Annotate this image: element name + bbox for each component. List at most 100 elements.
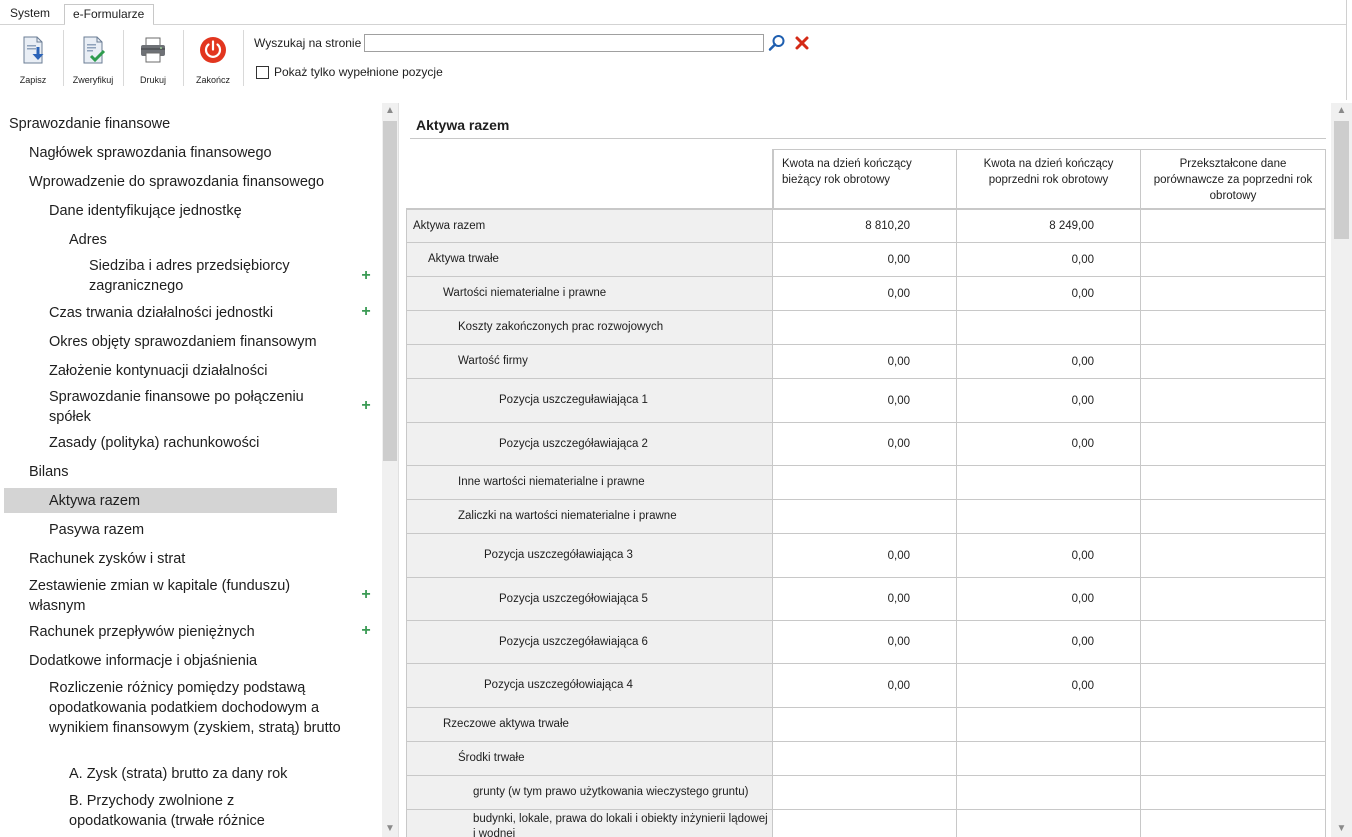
value-cell[interactable]: 0,00 — [957, 578, 1141, 621]
expand-plus-icon[interactable]: + — [360, 268, 372, 284]
tree-item[interactable]: Sprawozdanie finansowe — [9, 114, 170, 134]
tree-item[interactable]: Pasywa razem — [49, 520, 144, 540]
tree-item[interactable]: Dane identyfikujące jednostkę — [49, 201, 242, 221]
tree-item[interactable]: Wprowadzenie do sprawozdania finansowego — [29, 172, 324, 192]
tree-scrollbar-thumb[interactable] — [383, 121, 397, 461]
value-cell[interactable] — [1141, 243, 1326, 277]
value-cell[interactable]: 8 810,20 — [773, 209, 957, 243]
tree-item[interactable]: Dodatkowe informacje i objaśnienia — [29, 651, 257, 671]
value-cell[interactable] — [957, 500, 1141, 534]
expand-plus-icon[interactable]: + — [360, 304, 372, 320]
value-cell[interactable]: 0,00 — [957, 345, 1141, 379]
value-cell[interactable] — [773, 742, 957, 776]
value-cell[interactable]: 0,00 — [957, 423, 1141, 466]
expand-plus-icon[interactable]: + — [360, 623, 372, 639]
value-cell[interactable] — [957, 742, 1141, 776]
clear-search-icon[interactable] — [794, 34, 810, 52]
value-cell[interactable]: 0,00 — [773, 379, 957, 423]
value-cell[interactable]: 0,00 — [773, 534, 957, 578]
tree-item[interactable]: Adres — [69, 230, 107, 250]
value-cell[interactable] — [773, 466, 957, 500]
print-button[interactable]: Drukuj — [124, 31, 182, 93]
value-cell[interactable] — [957, 776, 1141, 810]
value-cell[interactable] — [1141, 621, 1326, 664]
value-cell[interactable]: 0,00 — [957, 534, 1141, 578]
tree-item[interactable]: Rachunek zysków i strat — [29, 549, 185, 569]
scroll-up-icon[interactable]: ▲ — [382, 103, 398, 119]
row-label: Wartości niematerialne i prawne — [406, 277, 773, 311]
value-cell[interactable] — [1141, 311, 1326, 345]
search-icon[interactable] — [768, 34, 786, 52]
value-cell[interactable]: 0,00 — [773, 243, 957, 277]
tree-item[interactable]: A. Zysk (strata) brutto za dany rok — [69, 764, 287, 784]
scroll-down-icon[interactable]: ▼ — [1331, 821, 1352, 837]
value-cell[interactable]: 0,00 — [957, 621, 1141, 664]
save-button[interactable]: Zapisz — [4, 31, 62, 93]
verify-button[interactable]: Zweryfikuj — [64, 31, 122, 93]
tree-item[interactable]: Nagłówek sprawozdania finansowego — [29, 143, 272, 163]
search-input[interactable] — [364, 34, 764, 52]
tree-item[interactable]: Siedziba i adres przedsiębiorcy zagranic… — [89, 256, 329, 296]
tree-item[interactable]: Czas trwania działalności jednostki — [49, 303, 273, 323]
value-cell[interactable] — [773, 810, 957, 837]
value-cell[interactable]: 0,00 — [773, 277, 957, 311]
value-cell[interactable] — [1141, 708, 1326, 742]
value-cell[interactable] — [1141, 466, 1326, 500]
tab-e-formularze[interactable]: e-Formularze — [64, 4, 154, 25]
value-cell[interactable]: 0,00 — [773, 423, 957, 466]
value-cell[interactable]: 0,00 — [957, 664, 1141, 708]
value-cell[interactable]: 0,00 — [957, 379, 1141, 423]
value-cell[interactable]: 0,00 — [773, 621, 957, 664]
tree-item[interactable]: Zasady (polityka) rachunkowości — [49, 433, 259, 453]
value-cell[interactable] — [1141, 742, 1326, 776]
scroll-up-icon[interactable]: ▲ — [1331, 103, 1352, 119]
value-cell[interactable] — [1141, 810, 1326, 837]
tree-item[interactable]: Założenie kontynuacji działalności — [49, 361, 267, 381]
value-cell[interactable] — [773, 708, 957, 742]
tree-item[interactable]: Okres objęty sprawozdaniem finansowym — [49, 332, 317, 352]
value-cell[interactable] — [957, 466, 1141, 500]
value-cell[interactable] — [1141, 578, 1326, 621]
value-cell[interactable] — [773, 311, 957, 345]
value-cell[interactable] — [1141, 534, 1326, 578]
value-cell[interactable] — [1141, 277, 1326, 311]
value-cell[interactable] — [957, 311, 1141, 345]
tree-item[interactable]: Sprawozdanie finansowe po połączeniu spó… — [49, 387, 329, 427]
tree-item[interactable]: Bilans — [29, 462, 69, 482]
value-cell[interactable] — [1141, 209, 1326, 243]
tab-system[interactable]: System — [2, 4, 64, 24]
value-cell[interactable] — [1141, 500, 1326, 534]
scroll-down-icon[interactable]: ▼ — [382, 821, 398, 837]
value-cell[interactable]: 0,00 — [957, 277, 1141, 311]
value-cell[interactable] — [1141, 379, 1326, 423]
tree-item-selected[interactable]: Aktywa razem — [4, 488, 337, 513]
table-header-empty — [406, 149, 773, 209]
value-cell[interactable]: 0,00 — [773, 578, 957, 621]
row-label-text: Wartość firmy — [458, 355, 528, 367]
value-cell[interactable]: 8 249,00 — [957, 209, 1141, 243]
row-label-text: Aktywa razem — [413, 219, 486, 232]
value-cell[interactable] — [957, 810, 1141, 837]
value-cell[interactable]: 0,00 — [773, 664, 957, 708]
tree-item[interactable]: Rozliczenie różnicy pomiędzy podstawą op… — [49, 678, 344, 738]
value-cell[interactable] — [1141, 423, 1326, 466]
value-cell[interactable] — [773, 776, 957, 810]
filled-only-checkbox[interactable] — [256, 66, 269, 79]
tree-item[interactable]: B. Przychody zwolnione z opodatkowania (… — [69, 791, 319, 831]
value-cell[interactable] — [957, 708, 1141, 742]
value-cell[interactable]: 0,00 — [773, 345, 957, 379]
content-scrollbar[interactable]: ▲ ▼ — [1331, 103, 1352, 837]
finish-label: Zakończ — [195, 75, 230, 85]
tree-item[interactable]: Zestawienie zmian w kapitale (funduszu) … — [29, 576, 329, 616]
value-cell[interactable] — [773, 500, 957, 534]
tree-item[interactable]: Rachunek przepływów pieniężnych — [29, 622, 255, 642]
tree-scrollbar[interactable]: ▲ ▼ — [382, 103, 398, 837]
expand-plus-icon[interactable]: + — [360, 587, 372, 603]
value-cell[interactable]: 0,00 — [957, 243, 1141, 277]
value-cell[interactable] — [1141, 345, 1326, 379]
finish-button[interactable]: Zakończ — [184, 31, 242, 93]
value-cell[interactable] — [1141, 776, 1326, 810]
expand-plus-icon[interactable]: + — [360, 398, 372, 414]
content-scrollbar-thumb[interactable] — [1334, 121, 1349, 239]
value-cell[interactable] — [1141, 664, 1326, 708]
